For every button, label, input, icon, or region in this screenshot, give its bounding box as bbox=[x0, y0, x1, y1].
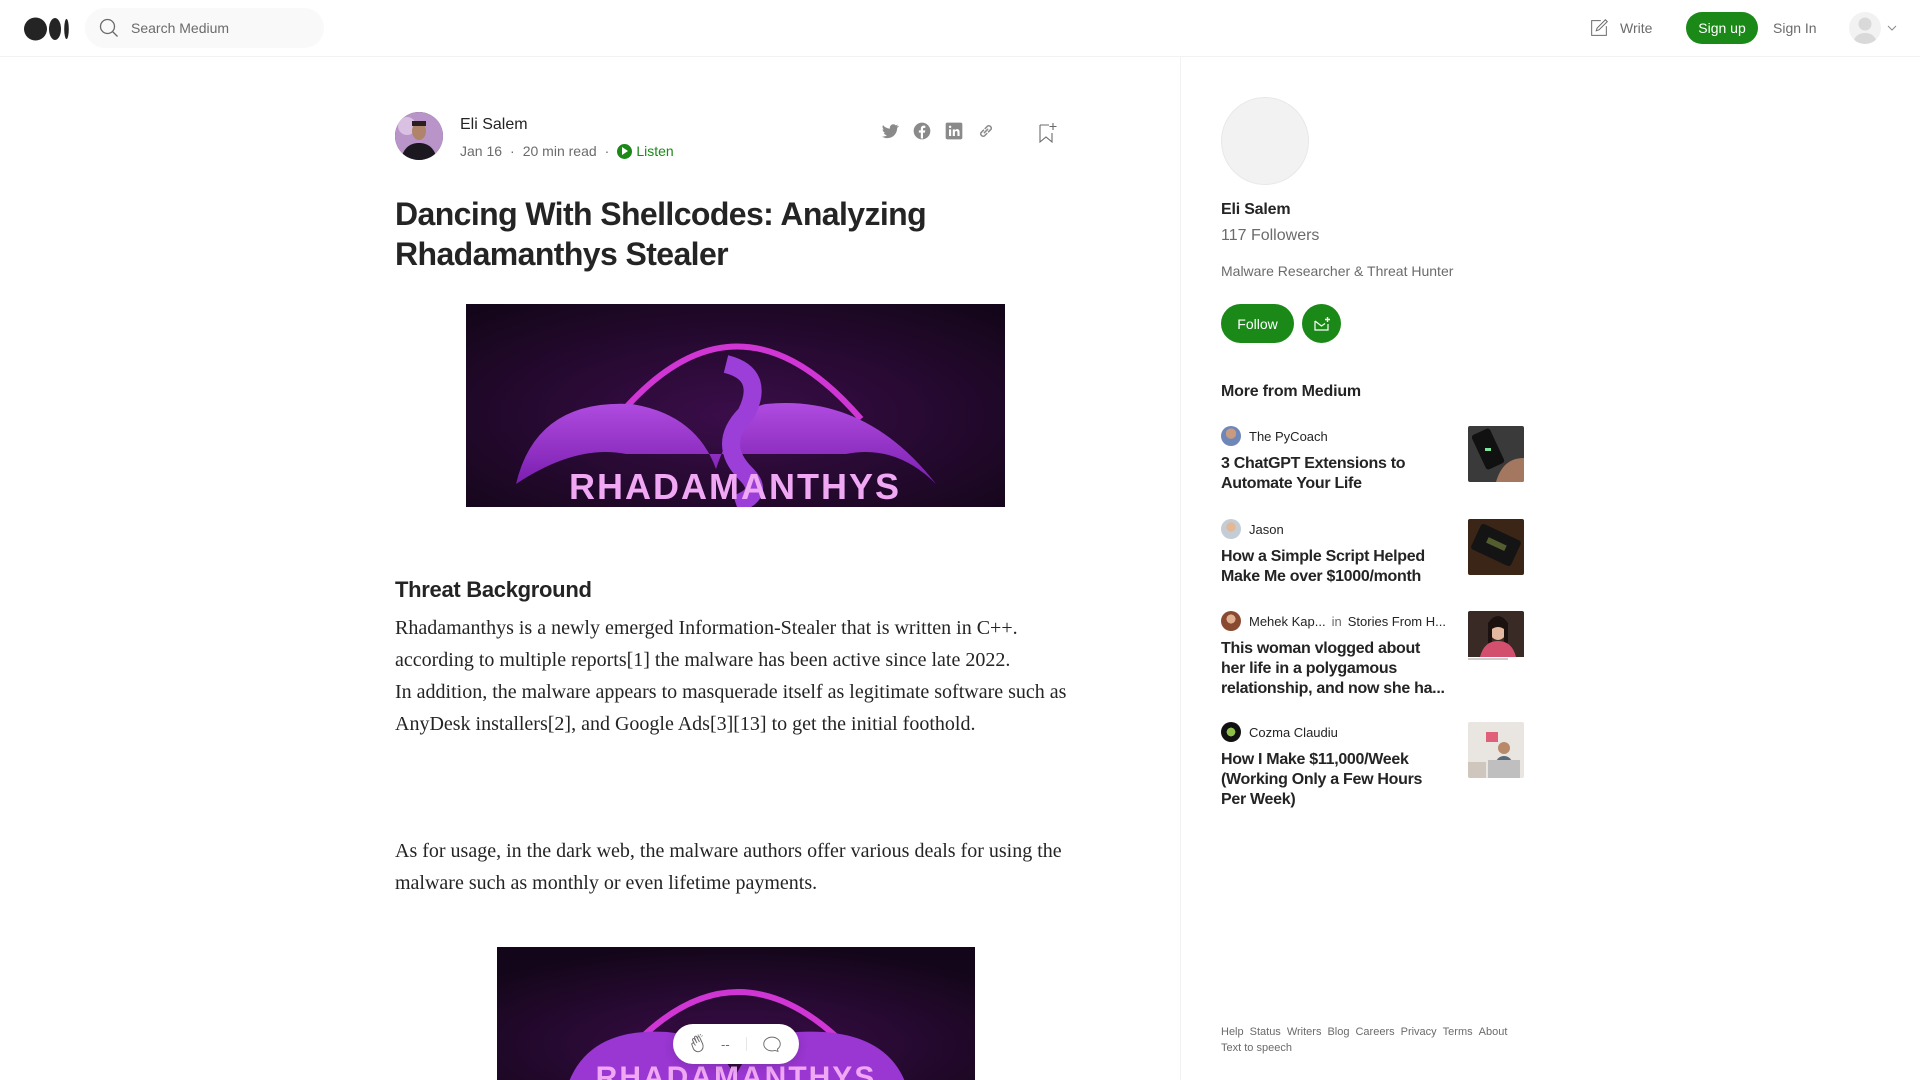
write-button[interactable]: Write bbox=[1588, 16, 1652, 40]
facebook-icon[interactable] bbox=[912, 121, 932, 141]
chevron-down-icon bbox=[1887, 25, 1897, 31]
search-icon bbox=[99, 18, 118, 37]
medium-logo[interactable] bbox=[24, 17, 70, 41]
rec-title[interactable]: How a Simple Script Helped Make Me over … bbox=[1221, 547, 1446, 587]
rec-author[interactable]: The PyCoach bbox=[1249, 429, 1328, 444]
write-icon bbox=[1591, 19, 1608, 36]
rec-title[interactable]: 3 ChatGPT Extensions to Automate Your Li… bbox=[1221, 454, 1446, 494]
rec-publication[interactable]: Stories From H... bbox=[1348, 614, 1446, 629]
recommendation-item[interactable]: Cozma Claudiu How I Make $11,000/Week (W… bbox=[1221, 722, 1524, 810]
listen-label: Listen bbox=[636, 143, 674, 159]
share-icons bbox=[880, 121, 996, 141]
rec-in-label: in bbox=[1331, 613, 1342, 629]
author-name[interactable]: Eli Salem bbox=[460, 116, 528, 134]
footer-link-about[interactable]: About bbox=[1479, 1026, 1508, 1038]
footer-link-help[interactable]: Help bbox=[1221, 1026, 1244, 1038]
paragraph-line: Rhadamanthys is a newly emerged Informat… bbox=[395, 617, 1018, 671]
rec-thumbnail[interactable] bbox=[1468, 426, 1524, 482]
signin-link[interactable]: Sign In bbox=[1773, 20, 1817, 36]
rec-thumbnail[interactable] bbox=[1468, 722, 1524, 778]
follow-button[interactable]: Follow bbox=[1221, 304, 1294, 343]
article-meta: Jan 16 · 20 min read · Listen bbox=[460, 143, 674, 159]
search-input[interactable] bbox=[131, 8, 311, 48]
paragraph-line: In addition, the malware appears to masq… bbox=[395, 681, 1067, 735]
subscribe-email-button[interactable] bbox=[1302, 304, 1341, 343]
signup-button[interactable]: Sign up bbox=[1686, 12, 1758, 44]
footer-link-privacy[interactable]: Privacy bbox=[1401, 1026, 1437, 1038]
meta-separator: · bbox=[510, 143, 515, 159]
footer-link-blog[interactable]: Blog bbox=[1327, 1026, 1349, 1038]
read-time: 20 min read bbox=[522, 143, 597, 159]
recommendation-item[interactable]: Mehek Kap... in Stories From H... This w… bbox=[1221, 611, 1524, 699]
recommendation-item[interactable]: The PyCoach 3 ChatGPT Extensions to Auto… bbox=[1221, 426, 1524, 494]
follower-count[interactable]: 117 Followers bbox=[1221, 227, 1319, 245]
more-from-medium-heading: More from Medium bbox=[1221, 383, 1361, 400]
clap-count: -- bbox=[721, 1036, 730, 1052]
search-bar[interactable] bbox=[85, 8, 324, 48]
link-icon[interactable] bbox=[976, 121, 996, 141]
footer-link-terms[interactable]: Terms bbox=[1443, 1026, 1473, 1038]
sidebar-author-avatar[interactable] bbox=[1221, 97, 1309, 185]
write-label: Write bbox=[1620, 20, 1653, 36]
footer-link-text-to-speech[interactable]: Text to speech bbox=[1221, 1042, 1292, 1054]
bookmark-icon[interactable] bbox=[1037, 121, 1059, 145]
twitter-icon[interactable] bbox=[880, 121, 900, 141]
clap-icon[interactable] bbox=[687, 1032, 711, 1056]
sidebar-author-name[interactable]: Eli Salem bbox=[1221, 201, 1291, 219]
recommendation-item[interactable]: Jason How a Simple Script Helped Make Me… bbox=[1221, 519, 1524, 587]
rec-title[interactable]: How I Make $11,000/Week (Working Only a … bbox=[1221, 750, 1446, 810]
listen-button[interactable]: Listen bbox=[617, 143, 674, 159]
meta-separator: · bbox=[604, 143, 610, 159]
mail-plus-icon bbox=[1313, 316, 1330, 331]
article-hero-image: RHADAMANTHYS bbox=[466, 304, 1005, 507]
user-menu[interactable] bbox=[1849, 12, 1897, 44]
action-divider bbox=[745, 1037, 747, 1051]
comment-icon[interactable] bbox=[761, 1033, 783, 1055]
user-avatar[interactable] bbox=[1849, 12, 1881, 44]
rec-author[interactable]: Mehek Kap... bbox=[1249, 614, 1326, 629]
article-title: Dancing With Shellcodes: Analyzing Rhada… bbox=[395, 196, 927, 272]
hero-image-text: RHADAMANTHYS bbox=[569, 466, 901, 507]
rec-author-avatar[interactable] bbox=[1221, 611, 1241, 631]
rec-thumbnail[interactable] bbox=[1468, 611, 1524, 667]
sidebar-divider bbox=[1180, 57, 1181, 1080]
sidebar-footer: Help Status Writers Blog Careers Privacy Terms… bbox=[1221, 1024, 1531, 1056]
rec-author[interactable]: Cozma Claudiu bbox=[1249, 725, 1338, 740]
rec-author-avatar[interactable] bbox=[1221, 426, 1241, 446]
article-paragraph: Rhadamanthys is a newly emerged Informat… bbox=[395, 612, 1075, 740]
top-nav: Write Sign up Sign In bbox=[0, 0, 1920, 57]
rec-author-avatar[interactable] bbox=[1221, 722, 1241, 742]
publish-date: Jan 16 bbox=[460, 143, 503, 159]
linkedin-icon[interactable] bbox=[944, 121, 964, 141]
footer-link-status[interactable]: Status bbox=[1250, 1026, 1281, 1038]
floating-action-bar: -- bbox=[673, 1024, 799, 1064]
footer-link-careers[interactable]: Careers bbox=[1355, 1026, 1394, 1038]
article-paragraph: As for usage, in the dark web, the malwa… bbox=[395, 840, 1062, 894]
rec-title[interactable]: This woman vlogged about her life in a p… bbox=[1221, 639, 1446, 699]
rec-author[interactable]: Jason bbox=[1249, 522, 1284, 537]
default-avatar-icon bbox=[1853, 17, 1877, 44]
footer-link-writers[interactable]: Writers bbox=[1287, 1026, 1322, 1038]
rec-thumbnail[interactable] bbox=[1468, 519, 1524, 575]
author-avatar[interactable] bbox=[395, 112, 443, 160]
rec-author-avatar[interactable] bbox=[1221, 519, 1241, 539]
author-bio: Malware Researcher & Threat Hunter bbox=[1221, 263, 1454, 279]
play-icon bbox=[617, 143, 633, 159]
section-heading: Threat Background bbox=[395, 577, 592, 602]
article-author-row: Eli Salem Jan 16 · 20 min read · Listen bbox=[395, 112, 1075, 162]
